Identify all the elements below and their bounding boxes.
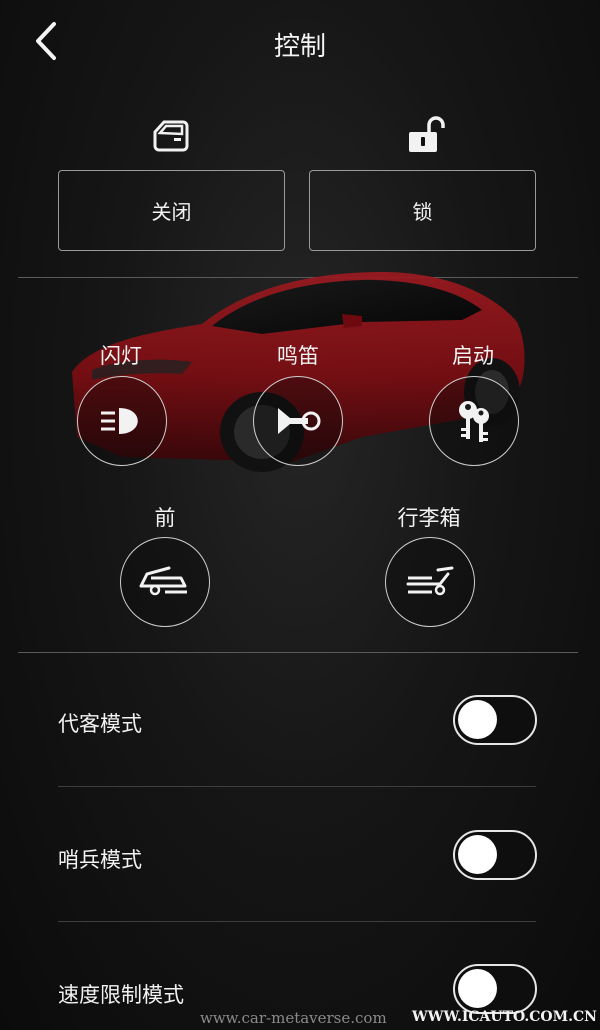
speed-limit-mode-label: 速度限制模式: [58, 983, 184, 1007]
sentry-mode-toggle[interactable]: [453, 830, 537, 880]
lock-button[interactable]: 锁: [309, 170, 536, 251]
headlight-icon: [101, 408, 138, 434]
trunk-icon: [406, 566, 454, 596]
horn-icon: [278, 408, 321, 434]
close-door-button[interactable]: 关闭: [58, 170, 285, 251]
header: 控制: [0, 0, 600, 88]
watermark-left: www.car-metaverse.com: [200, 1009, 387, 1027]
row-divider: [58, 921, 536, 922]
row-divider: [58, 786, 536, 787]
start-button[interactable]: [429, 376, 519, 466]
sentry-mode-label: 哨兵模式: [58, 848, 142, 872]
toggle-knob: [458, 700, 497, 739]
horn-label: 鸣笛: [277, 344, 319, 368]
toggle-knob: [458, 969, 497, 1008]
valet-mode-toggle[interactable]: [453, 695, 537, 745]
frunk-button[interactable]: [120, 537, 210, 627]
keys-icon: [459, 401, 489, 442]
start-label: 启动: [452, 344, 494, 368]
valet-mode-label: 代客模式: [58, 712, 142, 736]
section-divider: [18, 652, 578, 653]
page-title: 控制: [273, 32, 326, 62]
horn-button[interactable]: [253, 376, 343, 466]
flash-lights-button[interactable]: [77, 376, 167, 466]
watermark-right: WWW.ICAUTO.COM.CN: [412, 1009, 597, 1025]
trunk-label: 行李箱: [397, 506, 461, 530]
trunk-button[interactable]: [385, 537, 475, 627]
control-screen: 控制 关闭 锁 闪灯 鸣笛 启动 前 行李箱 代客模式 哨兵模式 速度限制模式 …: [0, 0, 600, 1030]
flash-label: 闪灯: [100, 344, 142, 368]
frunk-icon: [139, 566, 187, 596]
car-door-icon: [151, 116, 191, 156]
unlock-icon: [405, 114, 445, 154]
toggle-knob: [458, 835, 497, 874]
frunk-label: 前: [154, 506, 176, 530]
speed-limit-mode-toggle[interactable]: [453, 964, 537, 1014]
